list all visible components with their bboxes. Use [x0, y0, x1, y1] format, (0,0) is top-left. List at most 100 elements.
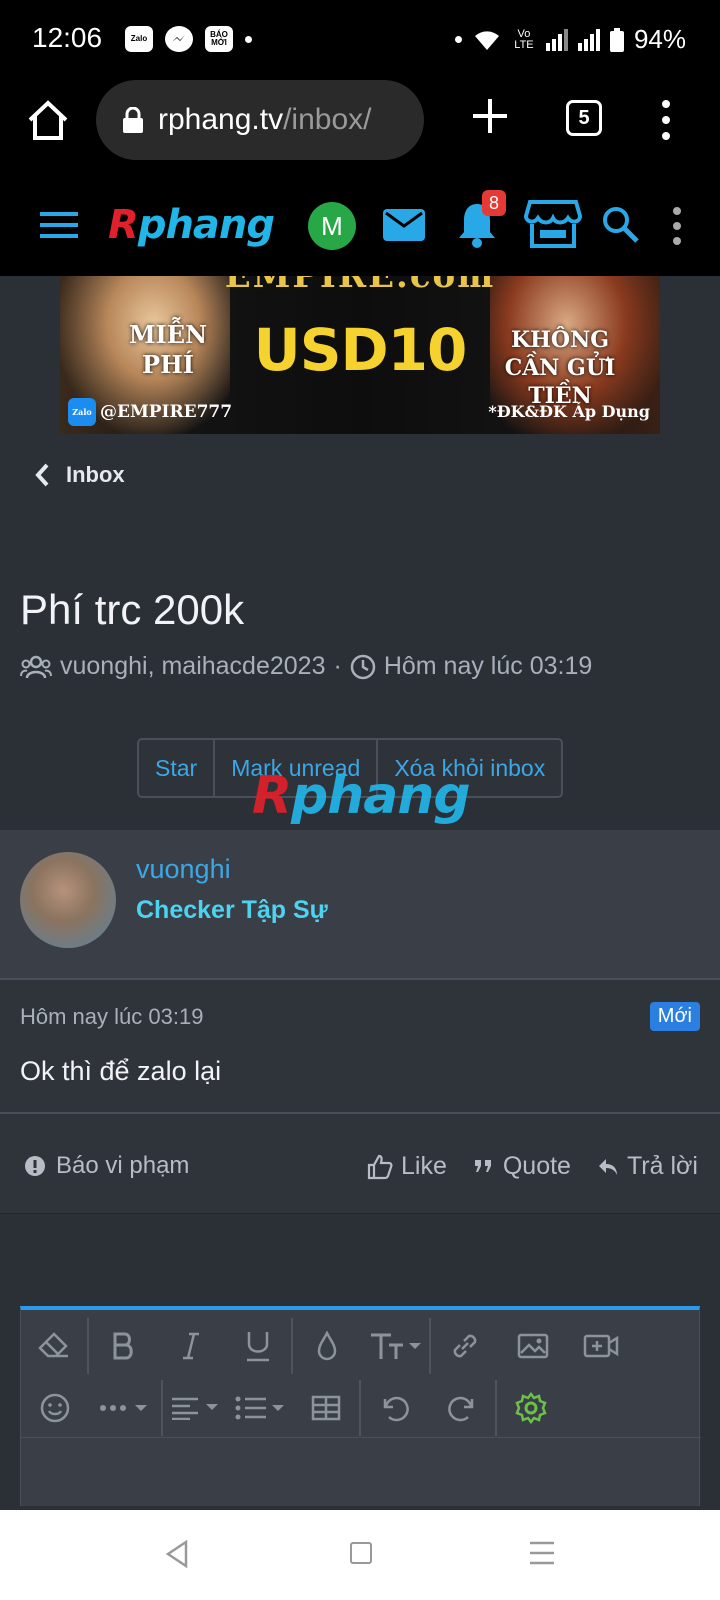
conversation-meta: vuonghi, maihacde2023 · Hôm nay lúc 03:1… — [20, 652, 592, 681]
banner-left-text: MIỄN PHÍ — [128, 320, 208, 379]
notification-dot-icon — [245, 35, 252, 43]
quote-button[interactable]: Quote — [473, 1152, 571, 1181]
new-tab-icon[interactable] — [470, 96, 510, 136]
battery-icon — [609, 27, 624, 52]
redo-icon[interactable] — [429, 1379, 497, 1436]
status-dot-icon — [454, 36, 462, 43]
wifi-icon — [474, 30, 499, 50]
like-button[interactable]: Like — [367, 1152, 447, 1181]
reply-icon — [598, 1158, 617, 1175]
status-app-icons: Zalo BÁO MỚI — [125, 26, 252, 52]
status-bar: 12:06 Zalo BÁO MỚI Vo LTE 94% — [0, 0, 720, 80]
like-label: Like — [400, 1152, 447, 1180]
eraser-icon[interactable] — [21, 1318, 89, 1374]
reply-label: Trả lời — [626, 1152, 698, 1180]
mail-icon[interactable] — [382, 207, 426, 243]
logo-rest: phang — [137, 202, 275, 248]
quote-label: Quote — [502, 1152, 571, 1180]
author-avatar[interactable] — [20, 852, 116, 948]
table-icon[interactable] — [293, 1379, 361, 1436]
zalo-icon: Zalo — [125, 26, 153, 52]
author-role: Checker Tập Sự — [136, 896, 328, 924]
star-button[interactable]: Star — [139, 740, 216, 796]
author-username[interactable]: vuonghi — [136, 854, 231, 885]
section-gap — [0, 1214, 720, 1286]
message-actions: Like Quote Trả lời — [367, 1152, 698, 1181]
quote-icon — [474, 1159, 491, 1172]
watermark-r: R — [252, 766, 292, 826]
more-options-icon[interactable] — [89, 1379, 163, 1436]
home-icon[interactable] — [26, 98, 70, 142]
ad-banner[interactable]: EMPIRE.com MIỄN PHÍ USD10 KHÔNG CẦN GỬI … — [60, 276, 660, 434]
clock-icon — [350, 654, 376, 679]
thumbs-up-icon — [367, 1154, 393, 1179]
underline-icon[interactable] — [225, 1318, 293, 1374]
message-author: vuonghi Checker Tập Sự — [0, 830, 720, 980]
watermark-rest: phang — [291, 766, 471, 826]
system-nav-bar — [0, 1510, 720, 1600]
message-footer: Báo vi phạm Like Quote Trả lời — [0, 1114, 720, 1214]
site-logo[interactable]: Rphang — [108, 202, 275, 248]
italic-icon[interactable] — [157, 1318, 225, 1374]
url-bar[interactable]: rphang.tv/inbox/ — [96, 80, 424, 160]
watermark-logo: Rphang — [252, 766, 471, 826]
bold-icon[interactable] — [89, 1318, 157, 1374]
align-icon[interactable] — [163, 1380, 227, 1436]
editor-toolbar-row-1 — [21, 1316, 701, 1376]
banner-terms: *ĐK&ĐK Áp Dụng — [488, 402, 650, 421]
more-vertical-icon[interactable] — [672, 206, 682, 246]
banner-amount: USD10 — [253, 316, 468, 384]
report-button[interactable]: Báo vi phạm — [24, 1152, 189, 1180]
message-body: Hôm nay lúc 03:19 Mới Ok thì để zalo lại — [0, 980, 720, 1114]
message-time[interactable]: Hôm nay lúc 03:19 — [20, 1004, 203, 1030]
font-size-icon[interactable] — [361, 1318, 431, 1374]
settings-gear-icon[interactable] — [497, 1380, 565, 1436]
recents-nav-icon[interactable] — [528, 1540, 556, 1566]
link-icon[interactable] — [431, 1318, 499, 1374]
user-avatar[interactable]: M — [308, 202, 356, 250]
banner-brand: EMPIRE.com — [224, 276, 496, 296]
back-nav-icon[interactable] — [164, 1540, 190, 1568]
page-title: Phí trc 200k — [20, 586, 245, 633]
editor-toolbar-row-2 — [21, 1378, 701, 1438]
baomoi-icon: BÁO MỚI — [205, 26, 233, 52]
status-right: Vo LTE 94% — [454, 24, 686, 55]
users-icon — [20, 655, 52, 678]
hamburger-menu-icon[interactable] — [40, 210, 78, 240]
url-path: /inbox/ — [283, 103, 372, 136]
participants[interactable]: vuonghi, maihacde2023 — [60, 652, 325, 681]
zalo-icon: Zalo — [68, 398, 96, 426]
reply-editor[interactable] — [20, 1306, 701, 1506]
message-text: Ok thì để zalo lại — [20, 1056, 222, 1086]
chevron-left-icon — [35, 463, 49, 487]
alert-icon — [25, 1156, 45, 1176]
text-color-icon[interactable] — [293, 1318, 361, 1374]
banner-right-text: KHÔNG CẦN GỬI TIỀN — [504, 327, 616, 409]
breadcrumb[interactable]: Inbox — [34, 462, 125, 488]
report-label: Báo vi phạm — [56, 1152, 190, 1179]
messenger-icon — [165, 26, 193, 52]
breadcrumb-label: Inbox — [66, 462, 125, 487]
home-nav-icon[interactable] — [350, 1542, 372, 1564]
new-badge: Mới — [649, 1002, 700, 1031]
tab-switcher-button[interactable]: 5 — [566, 100, 602, 136]
store-icon[interactable] — [524, 198, 582, 250]
conversation-timestamp: Hôm nay lúc 03:19 — [383, 652, 593, 680]
browser-menu-icon[interactable] — [656, 98, 676, 142]
reply-button[interactable]: Trả lời — [597, 1152, 698, 1181]
video-icon[interactable] — [567, 1318, 635, 1374]
lock-icon — [123, 107, 143, 133]
notification-badge: 8 — [482, 190, 506, 216]
banner-zalo-handle: @EMPIRE777 — [100, 402, 233, 422]
url-host: rphang.tv — [158, 103, 284, 136]
volte-label: Vo LTE — [514, 27, 534, 51]
list-icon[interactable] — [227, 1380, 293, 1436]
battery-level: 94% — [633, 24, 686, 54]
logo-r: R — [108, 202, 139, 248]
banner-zalo-tag: Zalo @EMPIRE777 — [68, 398, 232, 426]
emoji-icon[interactable] — [21, 1380, 89, 1436]
undo-icon[interactable] — [361, 1380, 429, 1436]
search-icon[interactable] — [600, 204, 640, 244]
image-icon[interactable] — [499, 1318, 567, 1374]
signal-2-icon — [577, 28, 600, 51]
